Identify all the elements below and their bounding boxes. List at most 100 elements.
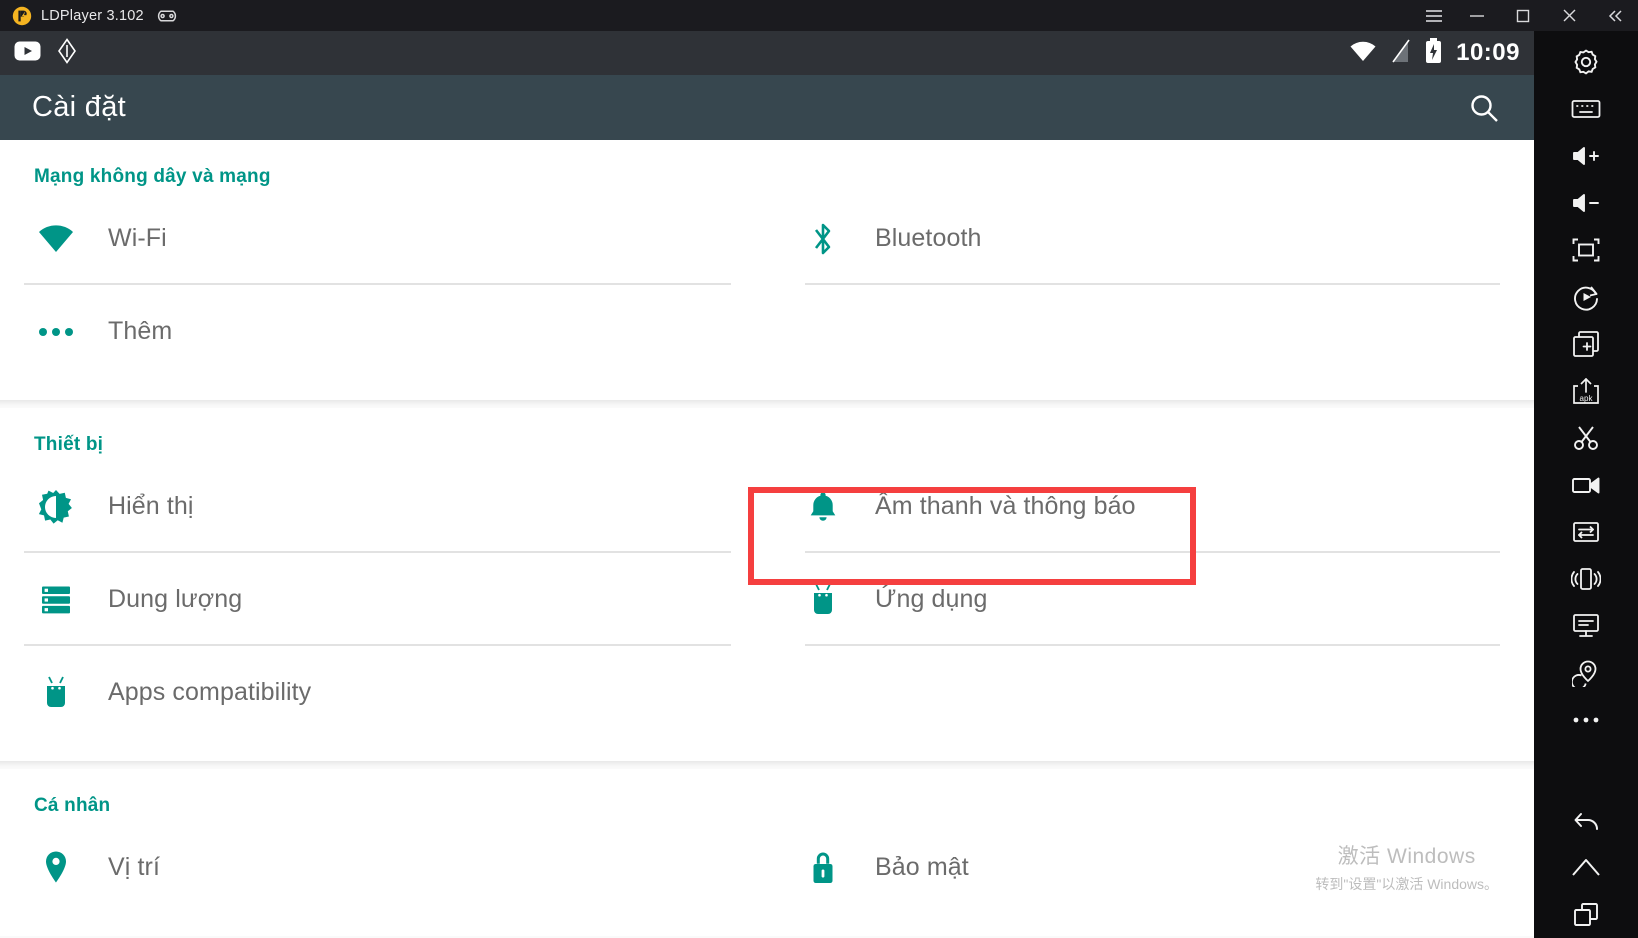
ldplayer-window: LDPlayer 3.102 [0, 0, 1638, 938]
bell-icon [801, 490, 845, 524]
wifi-icon [34, 224, 78, 254]
section-separator [0, 400, 1534, 408]
maximize-button[interactable] [1500, 0, 1546, 31]
collapse-sidebar-button[interactable] [1592, 0, 1638, 31]
settings-section-device: Thiết bị Hiển thị [0, 408, 1534, 761]
svg-text:apk: apk [1580, 394, 1594, 403]
shake-tool[interactable] [1534, 555, 1638, 602]
settings-item-label: Vị trí [108, 853, 160, 882]
youtube-icon [14, 41, 41, 66]
volume-up-icon [1571, 144, 1601, 168]
watermark-line-1: 激活 Windows [1315, 840, 1498, 870]
back-button[interactable] [1534, 797, 1638, 844]
recents-button[interactable] [1534, 891, 1638, 938]
gamepad-icon[interactable] [154, 8, 180, 24]
more-dots-icon [1572, 716, 1600, 724]
screenshot-tool[interactable] [1534, 414, 1638, 461]
close-button[interactable] [1546, 0, 1592, 31]
app-title: LDPlayer 3.102 [41, 8, 144, 24]
android-status-bar: 10:09 [0, 31, 1534, 75]
settings-section-personal: Cá nhân Vị trí [0, 769, 1534, 936]
location-pin-icon [34, 850, 78, 886]
settings-item-label: Hiển thị [108, 492, 194, 521]
add-window-icon [1572, 330, 1600, 358]
scissors-icon [1572, 424, 1600, 452]
settings-item-wifi[interactable]: Wi-Fi [0, 192, 767, 285]
minimize-button[interactable] [1454, 0, 1500, 31]
vibrate-icon [1571, 566, 1601, 592]
section-header: Cá nhân [0, 769, 1534, 821]
volume-down-tool[interactable] [1534, 179, 1638, 226]
file-transfer-tool[interactable] [1534, 508, 1638, 555]
divider [805, 283, 1500, 285]
back-arrow-icon [1571, 808, 1601, 834]
fullscreen-tool[interactable] [1534, 226, 1638, 273]
status-clock: 10:09 [1456, 39, 1520, 67]
ldplayer-logo-icon [12, 6, 32, 26]
section-separator [0, 761, 1534, 769]
android-icon [34, 675, 78, 711]
search-icon[interactable] [1468, 92, 1500, 124]
recents-icon [1572, 902, 1600, 928]
location-globe-icon [1572, 659, 1600, 687]
window-menu-button[interactable] [1414, 0, 1454, 31]
settings-item-label: Bluetooth [875, 224, 982, 253]
windows-activation-watermark: 激活 Windows 转到"设置"以激活 Windows。 [1315, 840, 1498, 894]
section-header: Mạng không dây và mạng [0, 140, 1534, 192]
video-camera-icon [1571, 474, 1601, 496]
virtual-display-tool[interactable] [1534, 602, 1638, 649]
multi-instance-tool[interactable] [1534, 320, 1638, 367]
apk-upload-icon: apk [1572, 377, 1600, 405]
record-video-tool[interactable] [1534, 461, 1638, 508]
settings-list[interactable]: Mạng không dây và mạng Wi-Fi [0, 140, 1534, 938]
settings-item-more[interactable]: Thêm [0, 285, 767, 378]
wifi-icon [1349, 40, 1377, 67]
settings-item-storage[interactable]: Dung lượng [0, 553, 767, 646]
settings-item-apps-compatibility[interactable]: Apps compatibility [0, 646, 767, 739]
watermark-line-2: 转到"设置"以激活 Windows。 [1315, 874, 1498, 894]
monitor-icon [1572, 613, 1600, 639]
lock-icon [801, 850, 845, 886]
home-icon [1571, 857, 1601, 879]
settings-item-label: Thêm [108, 317, 172, 346]
settings-item-label: Ứng dụng [875, 585, 988, 614]
home-button[interactable] [1534, 844, 1638, 891]
settings-item-label: Bảo mật [875, 853, 969, 882]
play-circle-icon [1572, 283, 1600, 311]
transfer-icon [1572, 520, 1600, 544]
section-header: Thiết bị [0, 408, 1534, 460]
virtual-location-tool[interactable] [1534, 649, 1638, 696]
battery-charging-icon [1425, 38, 1442, 69]
settings-item-sound-notification[interactable]: Âm thanh và thông báo [767, 460, 1534, 553]
gear-icon [1572, 48, 1600, 76]
keyboard-icon [1571, 98, 1601, 120]
keyboard-tool[interactable] [1534, 85, 1638, 132]
settings-section-wireless: Mạng không dây và mạng Wi-Fi [0, 140, 1534, 400]
settings-item-label: Dung lượng [108, 585, 242, 614]
settings-item-label: Âm thanh và thông báo [875, 492, 1136, 521]
settings-tool[interactable] [1534, 38, 1638, 85]
settings-item-location[interactable]: Vị trí [0, 821, 767, 914]
settings-app-bar: Cài đặt [0, 75, 1534, 140]
page-title: Cài đặt [32, 91, 126, 124]
settings-item-display[interactable]: Hiển thị [0, 460, 767, 553]
fullscreen-icon [1572, 238, 1600, 262]
bluetooth-icon [801, 220, 845, 258]
no-sim-icon [1391, 39, 1411, 68]
ldplayer-tool-sidebar[interactable]: apk [1534, 31, 1638, 938]
storage-icon [34, 583, 78, 617]
diamond-icon [57, 38, 77, 69]
settings-item-label: Wi-Fi [108, 224, 167, 253]
volume-down-icon [1571, 191, 1601, 215]
volume-up-tool[interactable] [1534, 132, 1638, 179]
macro-record-tool[interactable] [1534, 273, 1638, 320]
settings-item-label: Apps compatibility [108, 678, 311, 707]
install-apk-tool[interactable]: apk [1534, 367, 1638, 414]
more-tools[interactable] [1534, 696, 1638, 743]
brightness-icon [34, 489, 78, 525]
divider [805, 644, 1500, 646]
window-title-bar: LDPlayer 3.102 [0, 0, 1638, 31]
more-dots-icon [34, 327, 78, 337]
settings-item-bluetooth[interactable]: Bluetooth [767, 192, 1534, 285]
settings-item-apps[interactable]: Ứng dụng [767, 553, 1534, 646]
